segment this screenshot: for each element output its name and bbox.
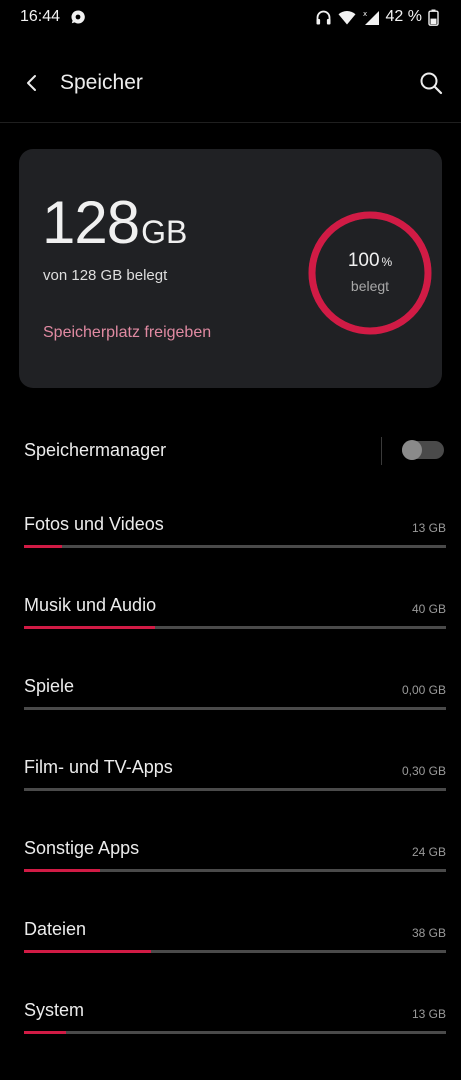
- category-usage-fill: [24, 869, 100, 872]
- cellular-signal-icon: x: [362, 9, 380, 26]
- storage-manager-toggle[interactable]: [402, 440, 444, 460]
- wifi-icon: [338, 10, 356, 25]
- usage-ring-text: 100% belegt: [305, 250, 435, 294]
- category-size: 13 GB: [411, 521, 446, 535]
- svg-text:x: x: [363, 10, 367, 18]
- category-usage-bar: [24, 545, 446, 548]
- storage-manager-separator: [381, 437, 382, 465]
- category-size: 24 GB: [411, 845, 446, 859]
- used-storage-unit: GB: [141, 214, 188, 250]
- status-time: 16:44: [20, 8, 61, 25]
- battery-icon: [428, 9, 439, 26]
- notification-icon: [70, 9, 86, 25]
- category-label: Sonstige Apps: [24, 838, 140, 858]
- storage-summary-card: 128 GB von 128 GB belegt Speicherplatz f…: [19, 149, 442, 388]
- free-up-storage-link[interactable]: Speicherplatz freigeben: [43, 324, 211, 342]
- storage-category-row[interactable]: Film- und TV-Apps 0,30 GB: [0, 757, 461, 817]
- status-bar: 16:44 x 42 %: [0, 0, 461, 34]
- storage-category-row[interactable]: Musik und Audio 40 GB: [0, 595, 461, 655]
- back-arrow-icon: [22, 73, 42, 93]
- search-button[interactable]: [417, 69, 445, 97]
- toggle-knob: [402, 440, 422, 460]
- category-usage-bar: [24, 707, 446, 710]
- header-divider: [0, 122, 461, 123]
- category-usage-bar: [24, 788, 446, 791]
- storage-category-row[interactable]: System 13 GB: [0, 1000, 461, 1060]
- category-size: 38 GB: [411, 926, 446, 940]
- category-usage-fill: [24, 626, 155, 629]
- back-button[interactable]: [18, 69, 46, 97]
- storage-category-row[interactable]: Sonstige Apps 24 GB: [0, 838, 461, 898]
- usage-ring-label: belegt: [350, 278, 390, 294]
- category-usage-bar: [24, 1031, 446, 1034]
- battery-percent: 42 %: [385, 8, 422, 25]
- usage-percent-value: 100: [347, 250, 380, 271]
- category-label: Dateien: [24, 919, 87, 939]
- page-title: Speicher: [60, 71, 143, 94]
- storage-manager-row[interactable]: Speichermanager: [0, 420, 461, 480]
- used-of-total-text: von 128 GB belegt: [43, 267, 168, 284]
- headphones-icon: [315, 9, 332, 26]
- category-size: 0,00 GB: [401, 683, 446, 697]
- app-bar: Speicher: [0, 50, 461, 116]
- category-label: Spiele: [24, 676, 75, 696]
- category-size: 40 GB: [411, 602, 446, 616]
- storage-manager-label: Speichermanager: [24, 440, 167, 460]
- category-label: System: [24, 1000, 85, 1020]
- category-label: Musik und Audio: [24, 595, 157, 615]
- category-usage-bar: [24, 626, 446, 629]
- status-right: x 42 %: [315, 8, 439, 26]
- category-size: 13 GB: [411, 1007, 446, 1021]
- usage-ring: 100% belegt: [305, 208, 435, 338]
- used-storage-number: 128: [42, 189, 140, 256]
- category-usage-fill: [24, 545, 62, 548]
- category-usage-fill: [24, 950, 151, 953]
- storage-category-row[interactable]: Fotos und Videos 13 GB: [0, 514, 461, 574]
- usage-percent-unit: %: [381, 255, 393, 269]
- category-usage-bar: [24, 869, 446, 872]
- category-usage-bar: [24, 950, 446, 953]
- usage-percent: 100%: [305, 250, 435, 272]
- category-size: 0,30 GB: [401, 764, 446, 778]
- used-storage-value: 128 GB: [42, 193, 187, 253]
- status-left: 16:44: [20, 8, 86, 26]
- storage-category-row[interactable]: Spiele 0,00 GB: [0, 676, 461, 736]
- search-icon: [419, 71, 443, 95]
- category-label: Fotos und Videos: [24, 514, 164, 534]
- storage-category-row[interactable]: Dateien 38 GB: [0, 919, 461, 979]
- category-usage-fill: [24, 1031, 67, 1034]
- category-label: Film- und TV-Apps: [24, 757, 173, 777]
